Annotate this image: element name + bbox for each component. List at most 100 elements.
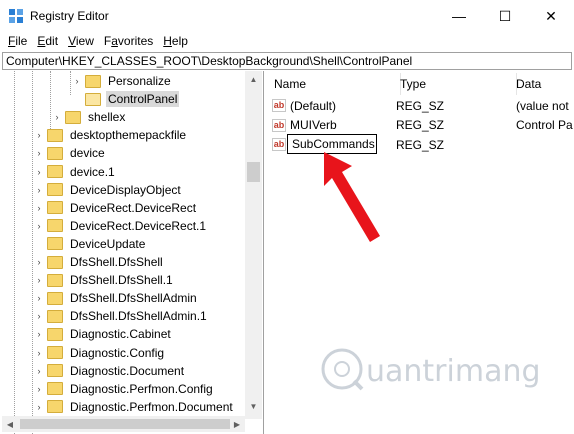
expand-chevron-icon[interactable]: ›: [34, 344, 44, 362]
folder-icon: [47, 201, 63, 215]
tree-item[interactable]: › DeviceRect.DeviceRect.1: [34, 217, 208, 235]
value-data: (value not: [516, 98, 569, 113]
tree-item[interactable]: › Diagnostic.Document: [34, 362, 186, 380]
tree-item-label: Diagnostic.Perfmon.Document: [70, 399, 233, 414]
tree-item[interactable]: › shellex: [52, 108, 127, 126]
tree-item[interactable]: › desktopthemepackfile: [34, 126, 188, 144]
menu-item[interactable]: View: [63, 32, 99, 50]
tree-item[interactable]: DeviceUpdate: [34, 235, 147, 253]
tree-item-label: device: [70, 146, 105, 161]
expand-chevron-icon[interactable]: ›: [34, 307, 44, 325]
expand-chevron-icon[interactable]: ›: [34, 253, 44, 271]
registry-editor-icon: [9, 9, 23, 23]
string-value-icon: ab: [272, 118, 286, 132]
menu-item[interactable]: Edit: [32, 32, 63, 50]
folder-icon: [65, 110, 81, 124]
watermark-logo: uantrimang: [321, 348, 541, 391]
folder-icon: [47, 309, 63, 323]
menu-item-label: dit: [45, 34, 59, 48]
tree-item[interactable]: › Diagnostic.Config: [34, 344, 166, 362]
tree-item[interactable]: › device: [34, 144, 107, 162]
scroll-down-icon[interactable]: ▼: [245, 398, 262, 414]
folder-icon: [47, 400, 63, 414]
tree-item[interactable]: › Diagnostic.Perfmon.Config: [34, 380, 215, 398]
expand-chevron-icon[interactable]: ›: [34, 398, 44, 416]
tree-item[interactable]: › DfsShell.DfsShell: [34, 253, 165, 271]
expand-chevron-icon[interactable]: ›: [34, 271, 44, 289]
column-header-name[interactable]: Name: [266, 73, 401, 95]
tree-item-label: Diagnostic.Document: [70, 363, 185, 378]
folder-icon: [47, 346, 63, 359]
expand-chevron-icon[interactable]: ›: [34, 362, 44, 380]
menu-item[interactable]: Favorites: [99, 32, 158, 50]
menu-item-mnemonic: a: [111, 34, 118, 48]
tree-item[interactable]: › DeviceDisplayObject: [34, 181, 183, 199]
expand-chevron-icon[interactable]: ›: [34, 181, 44, 199]
tree-item[interactable]: ControlPanel: [72, 90, 180, 108]
maximize-button[interactable]: ☐: [482, 0, 528, 32]
expand-chevron-icon[interactable]: ›: [72, 72, 82, 90]
close-button[interactable]: ✕: [528, 0, 574, 32]
expand-chevron-icon[interactable]: ›: [34, 144, 44, 162]
tree-item[interactable]: › DfsShell.DfsShellAdmin: [34, 289, 199, 307]
folder-icon: [85, 74, 101, 88]
tree-item-label: Personalize: [108, 74, 171, 88]
tree-item[interactable]: › DeviceRect.DeviceRect: [34, 199, 198, 217]
column-header-data[interactable]: Data: [508, 73, 574, 95]
expand-chevron-icon[interactable]: ›: [34, 163, 44, 181]
value-data: Control Pa: [516, 118, 573, 132]
tree-item-label: DeviceRect.DeviceRect.1: [70, 218, 207, 233]
tree-item-label: DfsShell.DfsShell: [70, 255, 163, 269]
tree-vertical-scrollbar[interactable]: [245, 71, 262, 419]
tree-item-label: Diagnostic.Config: [70, 345, 165, 360]
expand-chevron-icon[interactable]: ›: [34, 325, 44, 343]
key-tree-pane[interactable]: › Personalize ControlPanel › shellex › desktop…: [2, 71, 264, 434]
scroll-left-icon[interactable]: ◀: [2, 416, 18, 432]
value-row[interactable]: ab MUIVerb REG_SZ Control Pa: [272, 116, 573, 135]
scroll-right-icon[interactable]: ▶: [229, 416, 245, 432]
expand-chevron-icon[interactable]: ›: [34, 217, 44, 235]
expand-chevron-icon[interactable]: ›: [34, 126, 44, 144]
tree-item-label: DfsShell.DfsShellAdmin.1: [70, 309, 207, 324]
folder-icon: [47, 327, 63, 341]
folder-icon: [47, 364, 63, 378]
expand-chevron-icon[interactable]: ›: [34, 289, 44, 307]
tree-item-label: DfsShell.DfsShellAdmin: [70, 291, 197, 306]
tree-vertical-scroll-thumb[interactable]: [247, 162, 260, 182]
folder-icon: [47, 183, 63, 197]
tree-horizontal-scroll-thumb[interactable]: [20, 419, 230, 429]
tree-item[interactable]: › Personalize: [72, 72, 173, 90]
tree-item-label: DfsShell.DfsShell.1: [70, 273, 173, 288]
value-row[interactable]: ab (Default) REG_SZ (value not: [272, 96, 569, 115]
minimize-icon: —: [452, 8, 466, 24]
expand-chevron-icon: [34, 235, 44, 253]
column-header-type[interactable]: Type: [392, 73, 517, 95]
address-bar[interactable]: Computer\HKEY_CLASSES_ROOT\DesktopBackgr…: [2, 52, 572, 70]
expand-chevron-icon[interactable]: ›: [52, 108, 62, 126]
tree-item[interactable]: › DfsShell.DfsShellAdmin.1: [34, 307, 209, 325]
menu-item-label: elp: [171, 34, 188, 48]
folder-icon: [47, 219, 63, 233]
tree-item[interactable]: › Diagnostic.Perfmon.Document: [34, 398, 235, 416]
menu-item[interactable]: File: [3, 32, 32, 50]
string-value-icon: ab: [272, 138, 286, 151]
tree-item-label: shellex: [88, 110, 126, 125]
tree-item-label: ControlPanel: [106, 91, 180, 108]
tree-guide-line: [50, 71, 51, 131]
tree-item[interactable]: › Diagnostic.Cabinet: [34, 325, 173, 343]
watermark-text: uantrimang: [366, 354, 541, 389]
folder-icon: [47, 146, 63, 160]
value-name: MUIVerb: [290, 118, 337, 132]
value-name: (Default): [290, 98, 337, 113]
menu-item-label: iew: [75, 34, 94, 48]
tree-item[interactable]: › DfsShell.DfsShell.1: [34, 271, 175, 289]
expand-chevron-icon: [72, 90, 82, 108]
menu-item-label: ile: [15, 34, 28, 48]
minimize-button[interactable]: —: [436, 0, 482, 32]
expand-chevron-icon[interactable]: ›: [34, 199, 44, 217]
menu-item[interactable]: Help: [158, 32, 193, 50]
tree-item[interactable]: › device.1: [34, 163, 117, 181]
expand-chevron-icon[interactable]: ›: [34, 380, 44, 398]
scroll-up-icon[interactable]: ▲: [245, 71, 262, 87]
tree-item-label: desktopthemepackfile: [70, 128, 187, 143]
